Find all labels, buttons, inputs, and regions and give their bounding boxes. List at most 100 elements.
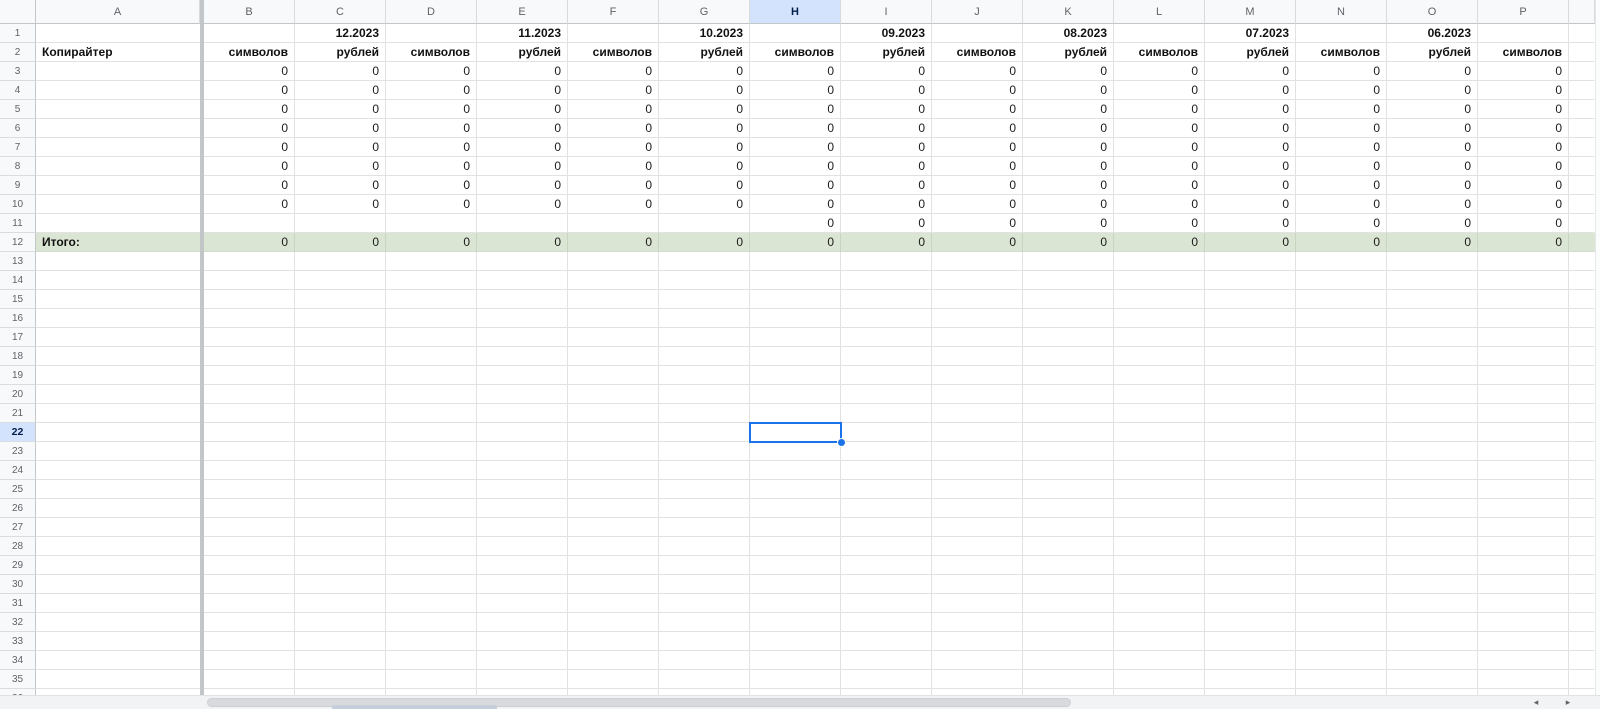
cell-I10[interactable]: 0: [841, 195, 932, 214]
cell-D32[interactable]: [386, 613, 477, 632]
cell-H27[interactable]: [750, 518, 841, 537]
cell-K7[interactable]: 0: [1023, 138, 1114, 157]
cell-O20[interactable]: [1387, 385, 1478, 404]
cell-K12[interactable]: 0: [1023, 233, 1114, 252]
cell-P10[interactable]: 0: [1478, 195, 1569, 214]
cell-E29[interactable]: [477, 556, 568, 575]
cell-F18[interactable]: [568, 347, 659, 366]
cell-E17[interactable]: [477, 328, 568, 347]
cell-partial-7[interactable]: [1569, 138, 1595, 157]
cell-F21[interactable]: [568, 404, 659, 423]
cell-B16[interactable]: [204, 309, 295, 328]
cell-G31[interactable]: [659, 594, 750, 613]
cell-L30[interactable]: [1114, 575, 1205, 594]
cell-C21[interactable]: [295, 404, 386, 423]
cell-partial-17[interactable]: [1569, 328, 1595, 347]
cell-I5[interactable]: 0: [841, 100, 932, 119]
cell-F27[interactable]: [568, 518, 659, 537]
cell-C20[interactable]: [295, 385, 386, 404]
row-header-19[interactable]: 19: [0, 366, 36, 385]
cell-K20[interactable]: [1023, 385, 1114, 404]
cell-D30[interactable]: [386, 575, 477, 594]
cell-M21[interactable]: [1205, 404, 1296, 423]
cell-N13[interactable]: [1296, 252, 1387, 271]
column-header-H[interactable]: H: [750, 0, 841, 24]
cell-H18[interactable]: [750, 347, 841, 366]
row-header-35[interactable]: 35: [0, 670, 36, 689]
cell-A1[interactable]: [36, 24, 200, 43]
cell-O13[interactable]: [1387, 252, 1478, 271]
cell-O31[interactable]: [1387, 594, 1478, 613]
cell-B2[interactable]: символов: [204, 43, 295, 62]
cell-C8[interactable]: 0: [295, 157, 386, 176]
cell-L3[interactable]: 0: [1114, 62, 1205, 81]
cell-F32[interactable]: [568, 613, 659, 632]
cell-O3[interactable]: 0: [1387, 62, 1478, 81]
cell-P12[interactable]: 0: [1478, 233, 1569, 252]
cell-partial-4[interactable]: [1569, 81, 1595, 100]
cell-G22[interactable]: [659, 423, 750, 442]
cell-B24[interactable]: [204, 461, 295, 480]
cell-N18[interactable]: [1296, 347, 1387, 366]
cell-F11[interactable]: [568, 214, 659, 233]
cell-M28[interactable]: [1205, 537, 1296, 556]
cell-O10[interactable]: 0: [1387, 195, 1478, 214]
cell-D24[interactable]: [386, 461, 477, 480]
cell-K5[interactable]: 0: [1023, 100, 1114, 119]
cell-A5[interactable]: [36, 100, 200, 119]
cell-K4[interactable]: 0: [1023, 81, 1114, 100]
cell-M7[interactable]: 0: [1205, 138, 1296, 157]
cell-C4[interactable]: 0: [295, 81, 386, 100]
cell-D28[interactable]: [386, 537, 477, 556]
cell-N1[interactable]: [1296, 24, 1387, 43]
cell-N24[interactable]: [1296, 461, 1387, 480]
cell-O6[interactable]: 0: [1387, 119, 1478, 138]
cell-F26[interactable]: [568, 499, 659, 518]
cell-G30[interactable]: [659, 575, 750, 594]
vertical-scrollbar-track[interactable]: [1595, 0, 1600, 695]
cell-G21[interactable]: [659, 404, 750, 423]
cell-N32[interactable]: [1296, 613, 1387, 632]
cell-J2[interactable]: символов: [932, 43, 1023, 62]
cell-I3[interactable]: 0: [841, 62, 932, 81]
cell-N5[interactable]: 0: [1296, 100, 1387, 119]
cell-I31[interactable]: [841, 594, 932, 613]
row-header-24[interactable]: 24: [0, 461, 36, 480]
cell-L20[interactable]: [1114, 385, 1205, 404]
cell-partial-35[interactable]: [1569, 670, 1595, 689]
cell-O32[interactable]: [1387, 613, 1478, 632]
cell-partial-30[interactable]: [1569, 575, 1595, 594]
cell-N10[interactable]: 0: [1296, 195, 1387, 214]
cell-B23[interactable]: [204, 442, 295, 461]
cell-D35[interactable]: [386, 670, 477, 689]
cell-J28[interactable]: [932, 537, 1023, 556]
cell-M2[interactable]: рублей: [1205, 43, 1296, 62]
cell-C13[interactable]: [295, 252, 386, 271]
cell-A23[interactable]: [36, 442, 200, 461]
cell-C3[interactable]: 0: [295, 62, 386, 81]
cell-E15[interactable]: [477, 290, 568, 309]
cell-M18[interactable]: [1205, 347, 1296, 366]
cell-M27[interactable]: [1205, 518, 1296, 537]
select-all-corner[interactable]: [0, 0, 36, 24]
cell-G13[interactable]: [659, 252, 750, 271]
cell-F9[interactable]: 0: [568, 176, 659, 195]
cell-K1[interactable]: 08.2023: [1023, 24, 1114, 43]
cell-K2[interactable]: рублей: [1023, 43, 1114, 62]
cell-A12[interactable]: Итого:: [36, 233, 200, 252]
cell-P25[interactable]: [1478, 480, 1569, 499]
cell-M13[interactable]: [1205, 252, 1296, 271]
row-header-21[interactable]: 21: [0, 404, 36, 423]
cell-N23[interactable]: [1296, 442, 1387, 461]
cell-D2[interactable]: символов: [386, 43, 477, 62]
cell-F5[interactable]: 0: [568, 100, 659, 119]
cell-C23[interactable]: [295, 442, 386, 461]
cell-E35[interactable]: [477, 670, 568, 689]
cell-H9[interactable]: 0: [750, 176, 841, 195]
cell-I27[interactable]: [841, 518, 932, 537]
cell-I15[interactable]: [841, 290, 932, 309]
cell-O28[interactable]: [1387, 537, 1478, 556]
row-header-17[interactable]: 17: [0, 328, 36, 347]
cell-G11[interactable]: [659, 214, 750, 233]
cell-N19[interactable]: [1296, 366, 1387, 385]
